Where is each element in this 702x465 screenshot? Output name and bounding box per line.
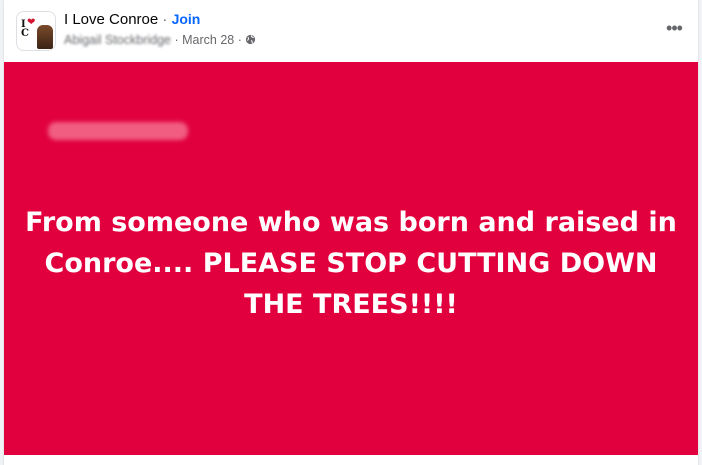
post-date-link[interactable]: March 28	[182, 33, 234, 47]
more-options-icon[interactable]: •••	[660, 14, 688, 42]
heart-icon: ❤	[27, 17, 36, 28]
post-meta: Abigail Stockbridge · March 28 ·	[64, 33, 256, 47]
meta-separator: ·	[237, 33, 246, 47]
text-post-banner[interactable]: From someone who was born and raised in …	[4, 62, 698, 455]
avatar-photo	[37, 25, 53, 49]
group-name-link[interactable]: I Love Conroe	[64, 11, 158, 28]
separator-dot: ·	[158, 11, 172, 28]
post-header: IC ❤ I Love Conroe · Join Abigail Stockb…	[4, 0, 698, 62]
redaction-mark	[48, 122, 188, 140]
meta-separator: ·	[174, 33, 183, 47]
feed-post: IC ❤ I Love Conroe · Join Abigail Stockb…	[4, 0, 698, 465]
globe-icon[interactable]	[245, 34, 256, 45]
group-avatar[interactable]: IC ❤	[16, 11, 56, 51]
post-footer	[4, 455, 698, 465]
banner-text: From someone who was born and raised in …	[25, 207, 677, 320]
join-link[interactable]: Join	[172, 11, 201, 27]
group-line: I Love Conroe · Join	[64, 11, 200, 28]
author-link[interactable]: Abigail Stockbridge	[64, 33, 171, 47]
